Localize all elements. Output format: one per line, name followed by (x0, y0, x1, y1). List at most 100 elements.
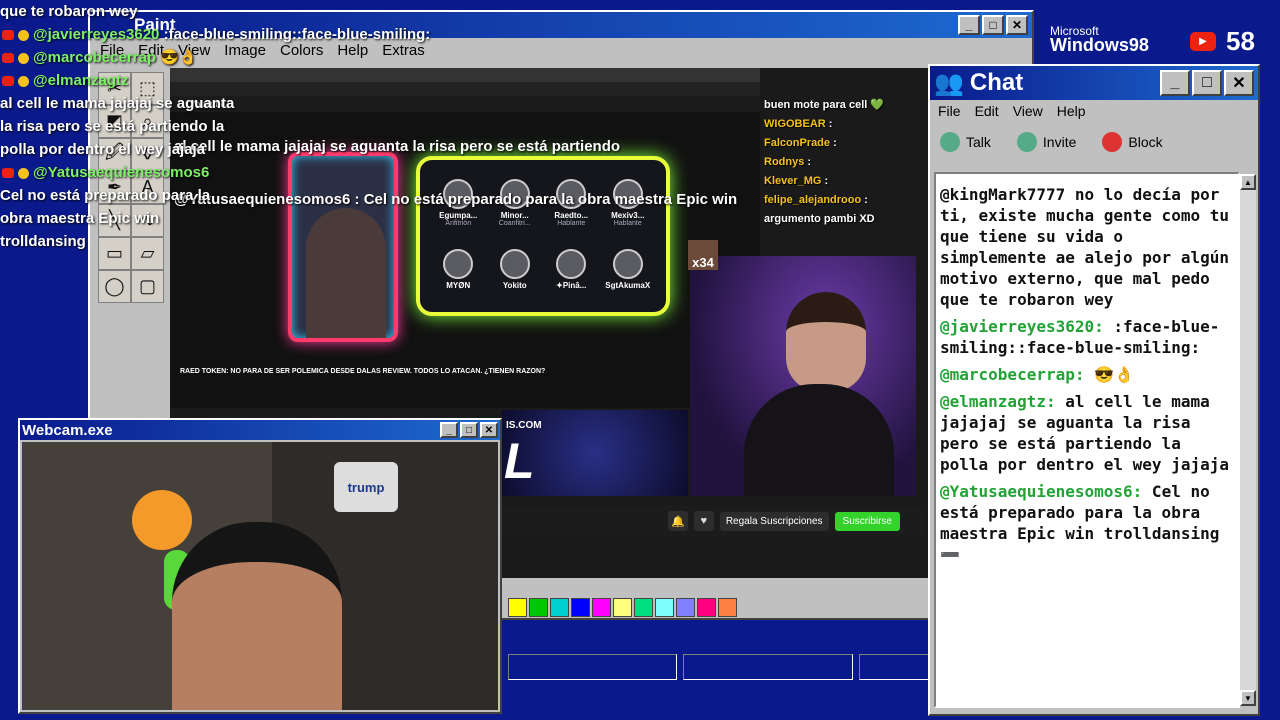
chat-message-user: @marcobecerrap: (940, 365, 1085, 384)
subscribe-button[interactable]: Suscribirse (834, 511, 900, 531)
minimize-button[interactable]: _ (958, 15, 980, 35)
stream-chat-text: : (824, 175, 829, 187)
youtube-icon (2, 53, 14, 64)
toilet-roll: trump (334, 462, 398, 512)
heart-icon[interactable]: ♥ (693, 511, 714, 531)
minimize-button[interactable]: _ (1160, 70, 1190, 96)
participant-slot: Yokito (489, 238, 542, 300)
chat-window: 👥 Chat _ □ ✕ File Edit View Help Talk Inv… (928, 64, 1260, 716)
overlay-chat-line: @Yatusaequienesomos6 (0, 161, 250, 184)
chat-message: @Yatusaequienesomos6: Cel no está prepar… (940, 481, 1234, 565)
talk-icon (940, 132, 960, 152)
maximize-button[interactable]: □ (1192, 70, 1222, 96)
close-button[interactable]: ✕ (1224, 70, 1254, 96)
gift-subscriptions-button[interactable]: Regala Suscripciones (719, 511, 829, 531)
chat-message-user: @elmanzagtz: (940, 392, 1056, 411)
minimize-button[interactable]: _ (440, 422, 458, 438)
menu-file[interactable]: File (938, 103, 961, 119)
streamer-cam (690, 256, 916, 496)
overlay-chat-fragment: que te robaron wey (0, 3, 138, 20)
close-button[interactable]: ✕ (1006, 15, 1028, 35)
webcam-title: Webcam.exe (22, 421, 113, 439)
stream-chat-user: WIGOBEAR (764, 118, 826, 130)
palette-swatch[interactable] (676, 598, 695, 617)
webcam-window: Webcam.exe _ □ ✕ trump (18, 418, 502, 714)
chat-title-bar[interactable]: 👥 Chat _ □ ✕ (930, 66, 1258, 100)
menu-edit[interactable]: Edit (975, 103, 999, 119)
overlay-chat-text: :face-blue-smiling::face-blue-smiling: (163, 26, 431, 43)
chat-message-user: @Yatusaequienesomos6: (940, 482, 1143, 501)
maximize-button[interactable]: □ (982, 15, 1004, 35)
menu-colors[interactable]: Colors (280, 42, 323, 60)
block-icon (1102, 132, 1123, 152)
menu-help[interactable]: Help (1057, 103, 1086, 119)
stream-chat-user: FalconPrade (764, 137, 831, 149)
palette-swatch[interactable] (697, 598, 716, 617)
palette-swatch[interactable] (718, 598, 737, 617)
block-button[interactable]: Block (1102, 132, 1163, 152)
stream-chat-user: Klever_MG (764, 175, 822, 187)
embedded-browser: YouTube Egumpa... Anfitrión Minor... Coanfi… (170, 68, 760, 408)
chat-people-icon: 👥 (934, 69, 964, 97)
palette-swatch[interactable] (592, 598, 611, 617)
overlay-chat-user: @javierreyes3620 (33, 26, 160, 43)
brand-line2: Windows98 (1050, 35, 1149, 55)
overlay-chat-text: Cel no está preparado para la obra maest… (0, 187, 211, 250)
participant-slot: SgtAkumaX (602, 238, 655, 300)
palette-swatch[interactable] (613, 598, 632, 617)
overlay-chat-text: 😎👌 (160, 49, 198, 66)
rounded-rect-tool-icon[interactable]: ▢ (131, 270, 164, 303)
invite-button[interactable]: Invite (1016, 132, 1076, 152)
participant-avatar (443, 248, 474, 279)
participant-role: Anfitrión (445, 220, 472, 227)
participant-name: Minor... (500, 211, 529, 220)
chat-message-text: 😎👌 (1084, 365, 1134, 384)
menu-help[interactable]: Help (337, 42, 368, 60)
video-title: RAED TOKEN: NO PARA DE SER POLEMICA DESD… (180, 368, 546, 375)
stream-chat-line: Klever_MG : (764, 172, 924, 191)
chat-messages[interactable]: @kingMark7777 no lo decía por ti, existe… (934, 172, 1240, 708)
webcam-view: trump (22, 442, 498, 710)
stream-chat-text: : (833, 137, 837, 149)
webcam-title-bar[interactable]: Webcam.exe _ □ ✕ (20, 420, 500, 440)
chat-message-text: @kingMark7777 no lo decía por ti, existe… (940, 185, 1229, 309)
overlay-chat-user: @elmanzagtz (33, 72, 129, 89)
stream-chat-text: buen mote para cell 💚 (764, 99, 885, 111)
overlay-chat-user: @Yatusaequienesomos6 (33, 164, 210, 181)
stream-chat: buen mote para cell 💚 WIGOBEAR : FalconPra… (764, 96, 924, 229)
color-palette (508, 598, 737, 617)
palette-swatch[interactable] (634, 598, 653, 617)
stream-chat-line: Rodnys : (764, 153, 924, 172)
canvas-caption: @Yatusaequienesomos6 : Cel no está prepa… (174, 191, 738, 208)
chat-message: @marcobecerrap: 😎👌 (940, 364, 1234, 385)
palette-swatch[interactable] (655, 598, 674, 617)
ellipse-tool-icon[interactable]: ◯ (98, 270, 131, 303)
overlay-chat-line: @javierreyes3620 :face-blue-smiling::fac… (0, 23, 430, 46)
close-button[interactable]: ✕ (480, 422, 498, 438)
overlay-chat-text: al cell le mama jajajaj se aguanta la ri… (0, 95, 235, 158)
windows98-logo: Microsoft Windows98 (1050, 24, 1149, 55)
menu-extras[interactable]: Extras (382, 42, 425, 60)
chat-toolbar: Talk Invite Block (930, 122, 1258, 162)
participant-role: Coanfitri... (498, 220, 531, 227)
menu-view[interactable]: View (1013, 103, 1043, 119)
palette-swatch[interactable] (550, 598, 569, 617)
chat-scrollbar[interactable]: ▲ ▼ (1240, 174, 1256, 706)
talk-button[interactable]: Talk (940, 132, 991, 152)
overlay-chat: que te robaron wey @javierreyes3620 :fac… (0, 0, 430, 253)
chat-message: @kingMark7777 no lo decía por ti, existe… (940, 184, 1234, 310)
youtube-icon (2, 168, 14, 179)
stream-chat-line: FalconPrade : (764, 134, 924, 153)
palette-swatch[interactable] (529, 598, 548, 617)
palette-swatch[interactable] (508, 598, 527, 617)
palette-swatch[interactable] (571, 598, 590, 617)
chat-title: Chat (969, 69, 1024, 96)
scroll-down-icon[interactable]: ▼ (1240, 690, 1256, 706)
stream-chat-text: : (864, 194, 868, 206)
scroll-up-icon[interactable]: ▲ (1240, 174, 1256, 190)
participant-avatar (612, 248, 643, 279)
x-count-badge: x34 (688, 240, 718, 270)
maximize-button[interactable]: □ (460, 422, 478, 438)
participant-name: ✦Pinā... (556, 280, 587, 290)
bell-icon[interactable]: 🔔 (667, 511, 688, 531)
